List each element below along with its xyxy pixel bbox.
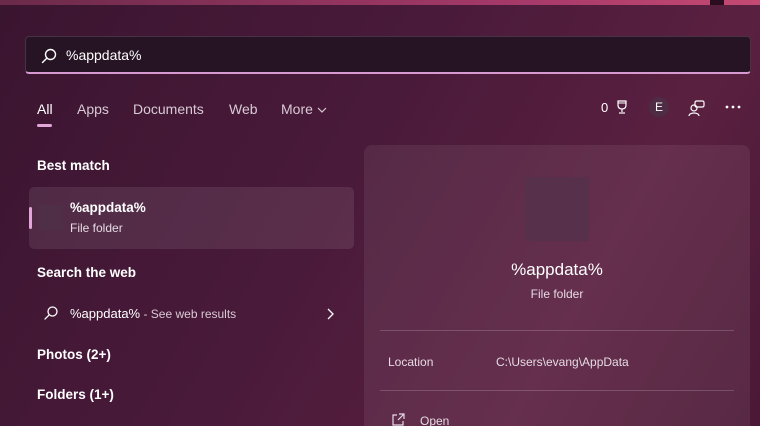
web-suffix: - See web results: [140, 307, 237, 321]
active-tab-indicator: [37, 124, 52, 127]
best-match-heading: Best match: [37, 158, 110, 173]
divider: [380, 330, 734, 331]
web-search-result[interactable]: %appdata% - See web results: [29, 297, 354, 331]
search-input[interactable]: [66, 37, 726, 73]
preview-title: %appdata%: [511, 260, 603, 279]
open-label: Open: [420, 414, 450, 426]
tab-apps[interactable]: Apps: [77, 101, 109, 117]
web-query: %appdata%: [70, 306, 141, 321]
tab-documents[interactable]: Documents: [133, 101, 204, 117]
preview-subtitle: File folder: [530, 287, 584, 301]
search-the-web-heading: Search the web: [37, 265, 137, 280]
rewards-trophy-icon: [617, 100, 627, 114]
location-value: C:\Users\evang\AppData: [496, 355, 629, 369]
account-avatar[interactable]: E: [649, 97, 669, 117]
location-label: Location: [388, 355, 434, 369]
search-icon: [41, 48, 57, 64]
divider: [380, 390, 734, 391]
best-match-type: File folder: [70, 221, 123, 235]
top-accent-strip: [0, 0, 760, 5]
rewards-count: 0: [601, 100, 609, 115]
rewards-button[interactable]: 0: [601, 99, 627, 119]
photos-group[interactable]: Photos (2+): [37, 347, 111, 362]
best-match-name: %appdata%: [70, 200, 146, 215]
best-match-result[interactable]: [29, 187, 354, 249]
web-search-text: %appdata% - See web results: [70, 306, 236, 321]
chevron-down-icon: [317, 107, 327, 114]
tab-all[interactable]: All: [37, 101, 53, 117]
tab-more[interactable]: More: [281, 101, 327, 117]
folder-icon: [38, 205, 63, 230]
tab-more-label: More: [281, 101, 313, 117]
open-external-icon: [392, 413, 405, 426]
selection-indicator: [29, 207, 32, 229]
more-options-icon[interactable]: [725, 104, 741, 110]
chevron-right-icon: [327, 308, 334, 320]
folders-group[interactable]: Folders (1+): [37, 387, 114, 402]
tab-web[interactable]: Web: [229, 101, 258, 117]
open-action[interactable]: Open: [380, 406, 734, 426]
folder-preview-icon: [525, 177, 589, 241]
search-box[interactable]: [25, 36, 751, 74]
switch-accounts-icon[interactable]: [688, 99, 706, 117]
search-icon: [44, 306, 58, 320]
